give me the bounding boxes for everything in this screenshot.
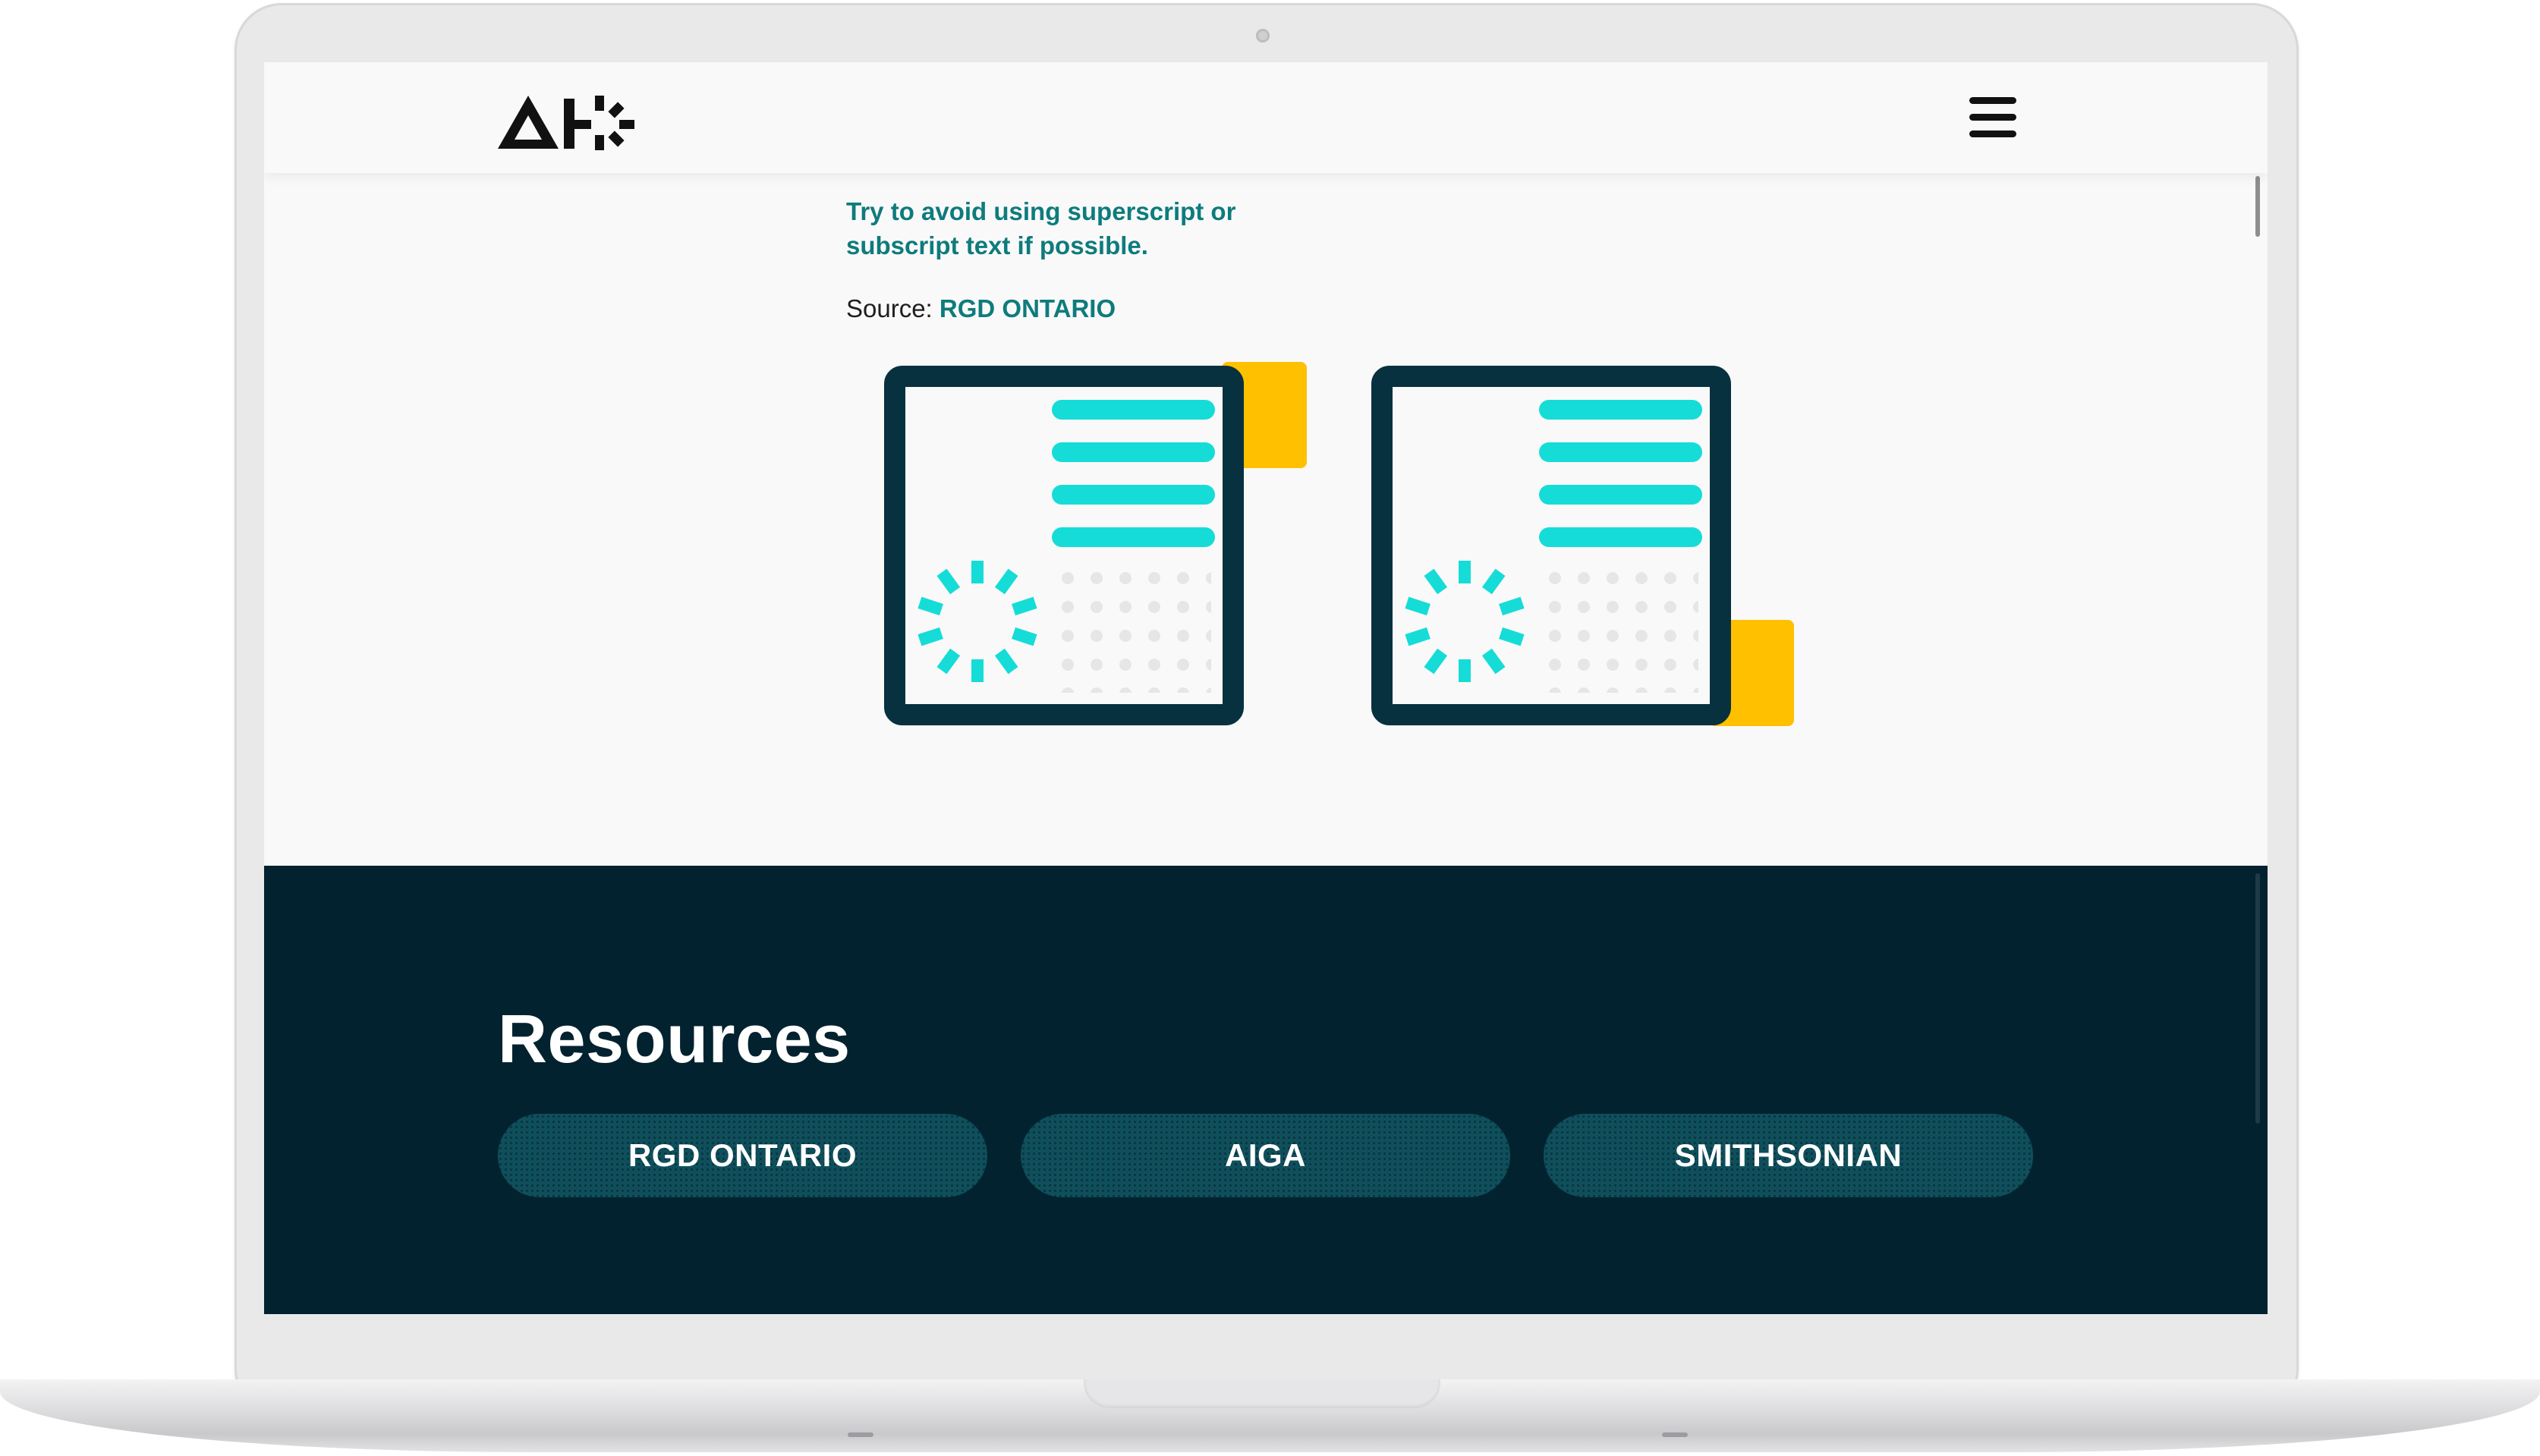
laptop-foot xyxy=(1662,1432,1688,1437)
superscript-illustration xyxy=(884,362,1794,726)
superscript-card xyxy=(884,362,1307,725)
footer-scrollbar[interactable] xyxy=(2255,873,2260,1124)
content-scrollbar[interactable] xyxy=(2255,176,2260,237)
resources-footer: Resources RGD ONTARIO AIGA SMITHSONIAN xyxy=(264,866,2268,1314)
source-label: Source: xyxy=(846,294,933,322)
subscript-card xyxy=(1371,366,1794,726)
hamburger-menu-icon[interactable] xyxy=(1966,93,2019,143)
source-line: Source: RGD ONTARIO xyxy=(846,294,1116,323)
laptop-foot xyxy=(848,1432,873,1437)
screen: Try to avoid using superscript or subscr… xyxy=(264,62,2268,1314)
top-navbar xyxy=(264,62,2268,173)
laptop-notch xyxy=(1084,1379,1440,1408)
accessibility-tip: Try to avoid using superscript or subscr… xyxy=(846,197,1236,259)
ah-logo-icon[interactable] xyxy=(498,93,642,152)
resource-link-rgd-ontario[interactable]: RGD ONTARIO xyxy=(498,1114,987,1197)
camera-icon xyxy=(1256,29,1270,42)
resource-link-smithsonian[interactable]: SMITHSONIAN xyxy=(1544,1114,2033,1197)
resources-title: Resources xyxy=(498,1002,851,1077)
resource-link-aiga[interactable]: AIGA xyxy=(1021,1114,1510,1197)
source-link[interactable]: RGD ONTARIO xyxy=(940,294,1116,322)
